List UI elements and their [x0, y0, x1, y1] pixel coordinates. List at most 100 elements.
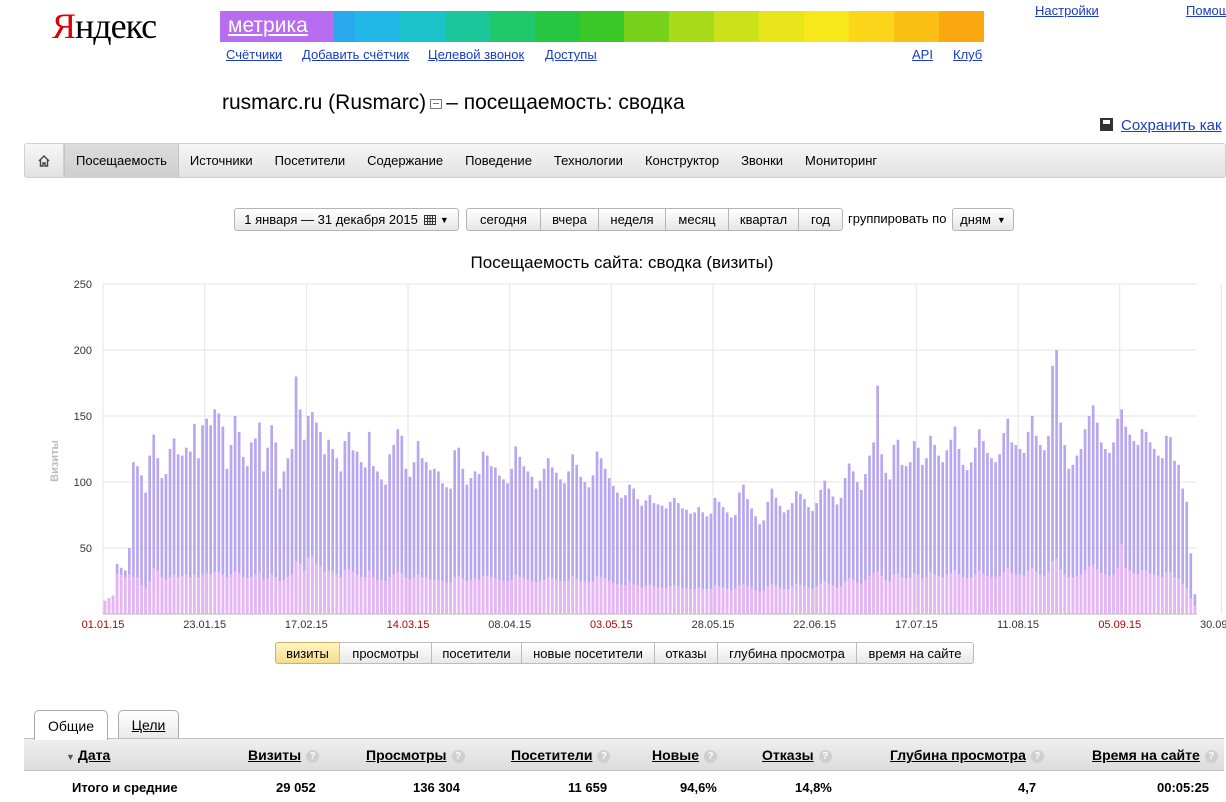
- bar-new-visitors: [514, 574, 518, 614]
- bar-new-visitors: [892, 574, 896, 614]
- bar-new-visitors: [831, 584, 835, 614]
- yandex-logo[interactable]: Яндекс: [52, 8, 157, 44]
- help-icon[interactable]: ?: [1204, 750, 1218, 763]
- bar-new-visitors: [1140, 570, 1144, 614]
- menu-item-technologies[interactable]: Технологии: [543, 144, 634, 177]
- bar-new-visitors: [595, 575, 599, 614]
- bar-new-visitors: [868, 575, 871, 614]
- menu-item-visitors[interactable]: Посетители: [264, 144, 357, 177]
- menu-item-monitoring[interactable]: Мониторинг: [794, 144, 888, 177]
- bar-new-visitors: [1185, 587, 1189, 614]
- settings-link[interactable]: Настройки: [1035, 3, 1099, 18]
- tab-goals[interactable]: Цели: [118, 710, 179, 739]
- bar-new-visitors: [213, 571, 217, 614]
- tab-general[interactable]: Общие: [34, 710, 108, 740]
- column-pageviews[interactable]: Просмотры?: [366, 747, 465, 763]
- menu-item-constructor[interactable]: Конструктор: [634, 144, 730, 177]
- menu-item-content[interactable]: Содержание: [356, 144, 454, 177]
- help-link[interactable]: Помощь: [1186, 3, 1226, 18]
- bar-new-visitors: [473, 578, 477, 614]
- home-button[interactable]: [25, 144, 64, 177]
- bar-new-visitors: [311, 555, 314, 614]
- menu-item-sources[interactable]: Источники: [179, 144, 264, 177]
- access-link[interactable]: Доступы: [545, 47, 597, 62]
- add-counter-link[interactable]: Добавить счётчик: [302, 47, 409, 62]
- counters-link[interactable]: Счётчики: [226, 47, 282, 62]
- bar-new-visitors: [555, 579, 558, 614]
- period-quarter-button[interactable]: квартал: [728, 208, 799, 231]
- bar-new-visitors: [1169, 571, 1172, 614]
- bar-new-visitors: [530, 581, 534, 614]
- bar-new-visitors: [1099, 573, 1103, 614]
- metric-visits-button[interactable]: визиты: [275, 642, 340, 664]
- period-yesterday-button[interactable]: вчера: [540, 208, 599, 231]
- help-icon[interactable]: ?: [451, 750, 465, 763]
- column-depth[interactable]: Глубина просмотра?: [890, 747, 1044, 763]
- menu-item-behavior[interactable]: Поведение: [454, 144, 543, 177]
- help-icon[interactable]: ?: [597, 750, 611, 763]
- bar-new-visitors: [184, 574, 188, 614]
- help-icon[interactable]: ?: [1030, 750, 1044, 763]
- bar-new-visitors: [925, 577, 928, 614]
- bar-new-visitors: [994, 577, 997, 614]
- total-visits: 29 052: [276, 780, 316, 795]
- bar-new-visitors: [563, 581, 566, 614]
- x-tick-label: 22.06.15: [793, 619, 836, 631]
- bar-new-visitors: [502, 581, 505, 614]
- bar-new-visitors: [961, 577, 965, 614]
- counter-info-icon[interactable]: [430, 99, 443, 109]
- bar-new-visitors: [1091, 565, 1095, 614]
- metric-visitors-button[interactable]: посетители: [431, 642, 522, 664]
- bar-new-visitors: [620, 584, 623, 614]
- date-range-picker[interactable]: 1 января — 31 декабря 2015 ▼: [234, 208, 459, 231]
- bar-new-visitors: [766, 586, 770, 614]
- bar-new-visitors: [1022, 575, 1026, 614]
- bar-new-visitors: [774, 584, 778, 614]
- api-link[interactable]: API: [912, 47, 933, 62]
- help-icon[interactable]: ?: [818, 750, 832, 763]
- column-new[interactable]: Новые?: [652, 747, 718, 763]
- group-by-select[interactable]: дням ▼: [952, 208, 1014, 231]
- save-as[interactable]: Сохранить как: [1100, 117, 1222, 134]
- help-icon[interactable]: ?: [704, 750, 718, 763]
- bar-new-visitors: [705, 588, 709, 614]
- period-today-button[interactable]: сегодня: [466, 208, 541, 231]
- club-link[interactable]: Клуб: [953, 47, 982, 62]
- column-visits[interactable]: Визиты?: [248, 747, 320, 763]
- group-by-label: группировать по: [848, 211, 947, 226]
- bar-new-visitors: [717, 586, 721, 614]
- period-week-button[interactable]: неделя: [598, 208, 666, 231]
- metric-pageviews-button[interactable]: просмотры: [339, 642, 432, 664]
- bar-new-visitors: [1156, 575, 1160, 614]
- bar-new-visitors: [648, 584, 652, 614]
- period-year-button[interactable]: год: [798, 208, 843, 231]
- rainbow-segment: [894, 11, 939, 42]
- menu-item-calls[interactable]: Звонки: [730, 144, 794, 177]
- metric-depth-button[interactable]: глубина просмотра: [717, 642, 857, 664]
- bar-new-visitors: [729, 590, 733, 614]
- metric-new-visitors-button[interactable]: новые посетители: [521, 642, 655, 664]
- bar-new-visitors: [1006, 567, 1010, 614]
- bar-new-visitors: [1124, 567, 1128, 614]
- bar-new-visitors: [518, 577, 522, 614]
- bar-new-visitors: [339, 577, 343, 614]
- metrika-link[interactable]: метрика: [220, 11, 334, 42]
- period-month-button[interactable]: месяц: [665, 208, 729, 231]
- column-bounces[interactable]: Отказы?: [762, 747, 832, 763]
- target-call-link[interactable]: Целевой звонок: [428, 47, 524, 62]
- save-as-link[interactable]: Сохранить как: [1121, 117, 1222, 134]
- rainbow-segment: [534, 11, 580, 42]
- help-icon[interactable]: ?: [306, 750, 320, 763]
- metric-time-button[interactable]: время на сайте: [856, 642, 974, 664]
- menu-item-traffic[interactable]: Посещаемость: [64, 144, 179, 177]
- bar-new-visitors: [1144, 570, 1148, 614]
- column-time[interactable]: Время на сайте?: [1092, 747, 1218, 763]
- bar-new-visitors: [546, 577, 550, 614]
- bar-new-visitors: [241, 577, 245, 614]
- metric-bounces-button[interactable]: отказы: [654, 642, 718, 664]
- column-visitors[interactable]: Посетители?: [511, 747, 611, 763]
- bar-new-visitors: [986, 575, 989, 614]
- bar-new-visitors: [498, 579, 501, 614]
- rainbow-segment: [849, 11, 895, 42]
- column-date[interactable]: ▼ Дата: [66, 747, 110, 763]
